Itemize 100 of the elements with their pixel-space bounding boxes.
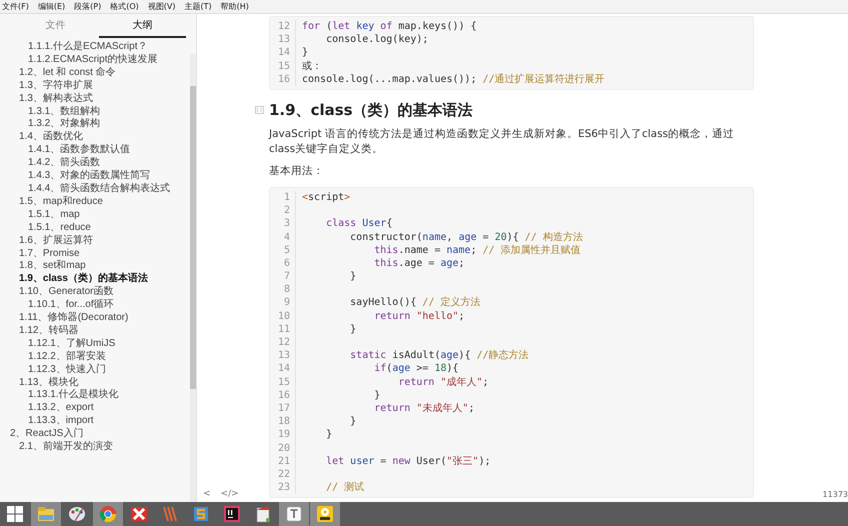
outline-item[interactable]: 1.1.2.ECMAScript的快速发展 xyxy=(0,54,188,67)
line-number: 5 xyxy=(270,244,296,257)
line-number: 20 xyxy=(270,442,296,455)
line-number: 22 xyxy=(270,468,296,482)
outline-item[interactable]: 2.1、前端开发的演变 xyxy=(0,441,188,454)
line-number: 12 xyxy=(270,336,296,350)
windows-logo-icon xyxy=(7,506,23,522)
outline-item[interactable]: 1.10.1、for...of循环 xyxy=(0,299,188,312)
outline-item[interactable]: 1.4.3、对象的函数属性简写 xyxy=(0,170,188,183)
code-line: console.log(key); xyxy=(325,33,428,46)
line-number: 3 xyxy=(270,217,296,230)
code-line: static isAdult(age){ //静态方法 xyxy=(349,349,529,362)
outline-item[interactable]: 1.4.4、箭头函数结合解构表达式 xyxy=(0,182,188,196)
sidebar-tab[interactable]: 大纲 xyxy=(99,14,186,38)
line-number: 13 xyxy=(270,349,296,362)
menu-item[interactable]: 帮助(H) xyxy=(220,1,249,12)
line-number: 8 xyxy=(270,283,296,296)
folder-icon xyxy=(36,504,56,524)
outline-item[interactable]: 1.4.1、函数参数默认值 xyxy=(0,144,188,158)
menu-item[interactable]: 视图(V) xyxy=(148,1,176,12)
line-number: 19 xyxy=(270,428,296,442)
code-line: let user = new User("张三"); xyxy=(325,454,491,468)
code-line: } xyxy=(349,415,356,428)
heading-marker-icon xyxy=(255,106,264,114)
code-line: 或： xyxy=(301,60,322,73)
outline-item[interactable]: 1.12、转码器 xyxy=(0,324,188,338)
t-icon xyxy=(284,504,304,524)
line-number: 17 xyxy=(270,402,296,416)
outline-item[interactable]: 1.1.1.什么是ECMAScript？ xyxy=(0,41,188,54)
code-line: } xyxy=(301,46,308,60)
menu-item[interactable]: 编辑(E) xyxy=(38,1,66,12)
outline-item[interactable]: 1.13、模块化 xyxy=(0,376,188,390)
code-line: sayHello(){ // 定义方法 xyxy=(349,296,480,310)
outline-item[interactable]: 1.4、函数优化 xyxy=(0,131,188,144)
line-number: 21 xyxy=(270,454,296,468)
code-line: } xyxy=(349,322,356,336)
toolbar-button[interactable]: </> xyxy=(220,489,239,499)
outline-item[interactable]: 2、ReactJS入门 xyxy=(0,428,188,442)
ij-icon xyxy=(222,504,242,524)
x-icon xyxy=(129,504,149,524)
outline-item[interactable]: 1.7、Promise xyxy=(0,248,188,260)
scrollbar-thumb[interactable] xyxy=(190,86,196,389)
outline-item[interactable]: 1.10、Generator函数 xyxy=(0,286,188,300)
section-heading: 1.9、class（类）的基本语法 xyxy=(269,100,848,120)
outline-item[interactable]: 1.3、字符串扩展 xyxy=(0,80,188,93)
scrollbar[interactable] xyxy=(190,54,196,502)
stripes-icon xyxy=(160,504,180,524)
code-line: return "未成年人"; xyxy=(373,402,474,416)
menu-item[interactable]: 文件(F) xyxy=(2,1,29,12)
line-number: 1 xyxy=(270,190,296,204)
line-number: 14 xyxy=(270,362,296,376)
code-line: return "hello"; xyxy=(373,310,465,323)
outline-item[interactable]: 1.13.3、import xyxy=(0,415,188,428)
word-count: 11373 xyxy=(822,490,848,499)
line-number: 16 xyxy=(270,388,296,402)
line-number: 11 xyxy=(270,322,296,336)
palette-icon xyxy=(67,504,87,524)
code-line: // 测试 xyxy=(325,481,364,494)
code-line: constructor(name, age = 20){ // 构造方法 xyxy=(349,230,583,244)
outline-item[interactable]: 1.5.1、reduce xyxy=(0,222,188,235)
code-line: <script> xyxy=(301,190,350,204)
outline-item[interactable]: 1.5.1、map xyxy=(0,208,188,222)
play-icon xyxy=(315,504,335,524)
line-number: 15 xyxy=(270,376,296,389)
code-line: class User{ xyxy=(325,217,392,230)
outline-item[interactable]: 1.13.1.什么是模块化 xyxy=(0,389,188,402)
code-line: for (let key of map.keys()) { xyxy=(301,20,477,34)
line-number: 6 xyxy=(270,256,296,270)
outline-item[interactable]: 1.8、set和map xyxy=(0,260,188,274)
outline-item[interactable]: 1.5、map和reduce xyxy=(0,196,188,209)
line-number: 14 xyxy=(270,46,296,60)
line-number: 12 xyxy=(270,20,296,34)
line-number: 15 xyxy=(270,60,296,73)
outline-item[interactable]: 1.12.1、了解UmiJS xyxy=(0,338,188,351)
line-number: 7 xyxy=(270,270,296,284)
outline-item[interactable]: 1.13.2、export xyxy=(0,402,188,416)
menu-item[interactable]: 主题(T) xyxy=(184,1,212,12)
line-number: 10 xyxy=(270,310,296,323)
outline-item[interactable]: 1.3、解构表达式 xyxy=(0,92,188,106)
outline-item[interactable]: 1.12.3、快速入门 xyxy=(0,364,188,377)
paragraph: 基本用法： xyxy=(269,164,325,179)
outline-item[interactable]: 1.6、扩展运算符 xyxy=(0,234,188,248)
menu-item[interactable]: 段落(P) xyxy=(74,1,102,12)
line-number: 4 xyxy=(270,230,296,244)
code-line: } xyxy=(349,270,356,284)
outline-item[interactable]: 1.11、修饰器(Decorator) xyxy=(0,312,188,325)
code-line: if(age >= 18){ xyxy=(373,362,459,376)
line-number: 2 xyxy=(270,204,296,218)
outline-item[interactable]: 1.12.2、部署安装 xyxy=(0,350,188,364)
outline-item[interactable]: 1.3.1、数组解构 xyxy=(0,106,188,118)
outline-item[interactable]: 1.3.2、对象解构 xyxy=(0,118,188,132)
toolbar-button[interactable]: < xyxy=(203,489,211,499)
taskbar-app-button[interactable] xyxy=(310,502,340,526)
menu-item[interactable]: 格式(O) xyxy=(110,1,139,12)
outline-item[interactable]: 1.2、let 和 const 命令 xyxy=(0,66,188,80)
code-line: this.name = name; // 添加属性并且赋值 xyxy=(373,244,581,257)
line-number: 9 xyxy=(270,296,296,310)
outline-item[interactable]: 1.9、class（类）的基本语法 xyxy=(0,273,188,286)
browser-icon xyxy=(98,504,118,524)
outline-item[interactable]: 1.4.2、箭头函数 xyxy=(0,157,188,170)
